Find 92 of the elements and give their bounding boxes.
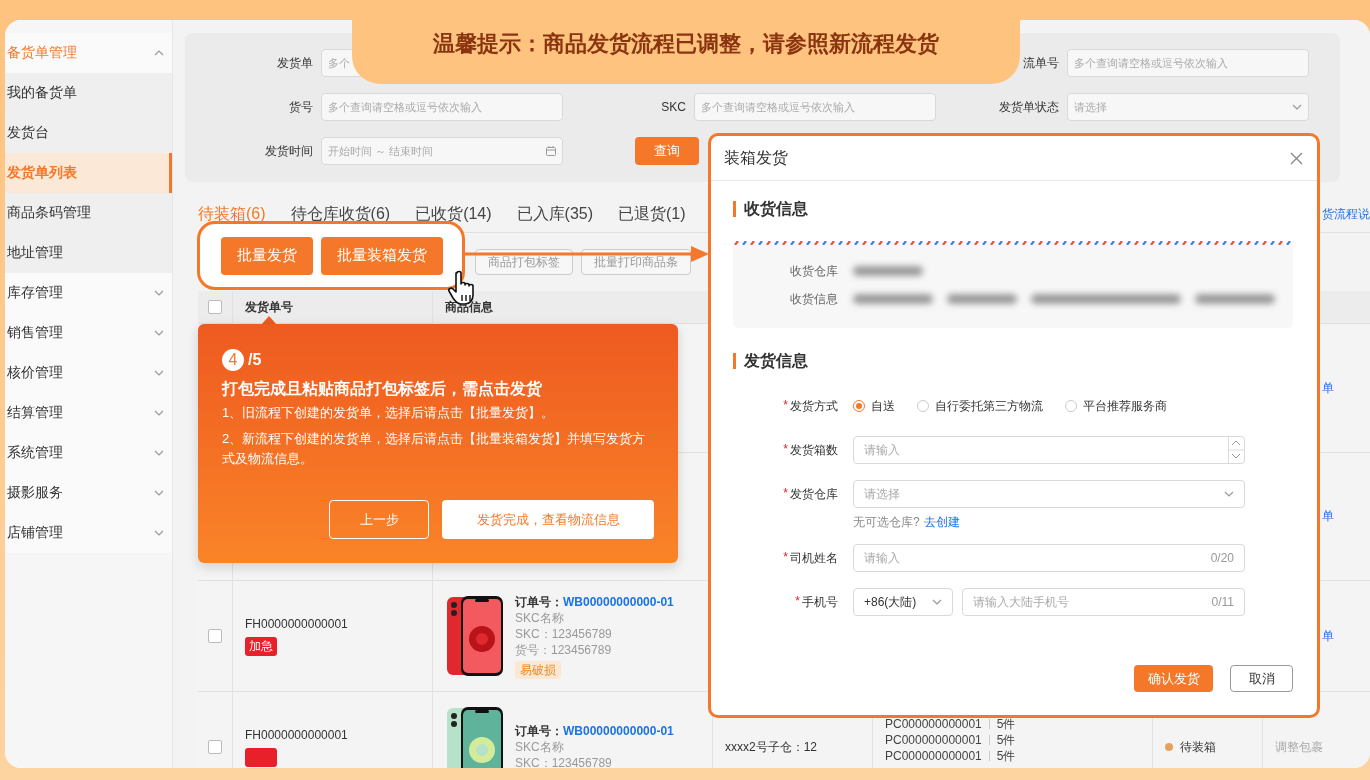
chevron-icon (1224, 491, 1234, 497)
input-field[interactable]: 请输入 0/20 (853, 544, 1245, 572)
radio-option[interactable]: 自送 (853, 397, 895, 415)
batch-line: PC000000000001 5件 (885, 748, 1017, 764)
guide-button[interactable]: 上一步 (329, 500, 429, 539)
urgent-tag: 加急 (245, 636, 277, 656)
column-header: 发货单号 (245, 298, 294, 316)
filter-label: 发货单 (275, 54, 313, 72)
status-label: 待装箱 (1180, 738, 1216, 756)
sidebar-item[interactable]: 发货单列表 (5, 153, 172, 193)
sidebar-group[interactable]: 库存管理 (5, 273, 172, 313)
tooltip-text: 2、新流程下创建的发货单，选择后请点击【批量装箱发货】并填写发货方式及物流信息。 (222, 430, 647, 468)
form-label: * 发货箱数 (782, 441, 838, 459)
sidebar-group[interactable]: 店铺管理 (5, 513, 172, 553)
fragile-tag: 易破损 (515, 660, 561, 679)
filter-label: 货号 (287, 98, 313, 116)
chevron-icon (1292, 104, 1302, 110)
select-field[interactable]: 请选择 (853, 480, 1245, 508)
create-link[interactable]: 去创建 (923, 513, 960, 531)
stepper-icon (1228, 437, 1244, 463)
search-field[interactable]: 多个查询请空格或逗号依次输入 (1066, 49, 1309, 77)
product-detail: SKC名称 (515, 609, 565, 626)
form-label: * 发货仓库 (782, 485, 838, 503)
tooltip-text: 1、旧流程下创建的发货单，选择后请点击【批量发货】。 (222, 404, 556, 422)
order-number: 订单号：WB00000000000-01 (515, 723, 674, 739)
info-label: 收货信息 (789, 290, 838, 308)
table-cell-text: xxxx2号子仓：12 (725, 738, 819, 756)
order-number: 订单号：WB00000000000-01 (515, 593, 674, 610)
step-number: 4 (222, 349, 244, 371)
order-link[interactable]: WB00000000000-01 (563, 594, 674, 609)
search-field[interactable]: 多个查询请空格或逗号依次输入 (693, 93, 936, 121)
sidebar-group[interactable]: 核价管理 (5, 353, 172, 393)
product-detail: SKC：123456789 (515, 755, 613, 768)
table-cell-text: FH0000000000001 (245, 616, 349, 631)
tab[interactable]: 待仓库收货(6) (290, 206, 391, 222)
batch-line: PC000000000001 5件 (885, 732, 1017, 748)
checkbox[interactable] (208, 740, 222, 754)
search-button[interactable]: 查询 (635, 137, 699, 165)
batch-ship-button[interactable]: 批量发货 (221, 236, 313, 275)
sidebar-item[interactable]: 发货台 (5, 113, 172, 153)
sidebar-item[interactable]: 地址管理 (5, 233, 172, 273)
close-icon[interactable] (1290, 151, 1303, 165)
sidebar-group[interactable]: 备货单管理 (5, 33, 172, 73)
filter-label: 发货单状态 (997, 98, 1059, 116)
form-label: * 司机姓名 (782, 549, 838, 567)
tab[interactable]: 待装箱(6) (198, 206, 266, 222)
radio-option[interactable]: 自行委托第三方物流 (917, 397, 1043, 415)
checkbox[interactable] (208, 629, 222, 643)
help-link[interactable]: 货流程说 (1322, 205, 1370, 223)
product-detail: SKC：123456789 (515, 625, 613, 642)
tab[interactable]: 已收货(14) (415, 206, 492, 222)
search-field[interactable]: 多个查询请空格或逗号依次输入 (320, 93, 563, 121)
hint-text: 无可选仓库? (853, 513, 920, 531)
tooltip-title: 打包完成且粘贴商品打包标签后，需点击发货 (222, 379, 543, 399)
batch-line: PC000000000001 5件 (885, 716, 1017, 732)
calendar-icon (546, 146, 556, 156)
confirm-button[interactable]: 确认发货 (1134, 665, 1213, 692)
date-range-field[interactable]: 开始时间 ～ 结束时间 (320, 137, 563, 165)
tab[interactable]: 已退货(1) (618, 206, 686, 222)
step-total: /5 (248, 351, 262, 369)
country-code-select[interactable]: +86(大陆) (853, 588, 953, 616)
table-cell-text: FH0000000000001 (245, 727, 349, 742)
sidebar-group[interactable]: 结算管理 (5, 393, 172, 433)
select-field[interactable]: 请选择 (1066, 93, 1309, 121)
tab[interactable]: 已入库(35) (516, 206, 594, 222)
number-field[interactable]: 请输入 (853, 436, 1245, 464)
blurred-value (853, 266, 923, 276)
product-detail: 货号：123456789 (515, 641, 613, 658)
section-title: 收货信息 (744, 198, 808, 220)
form-label: * 发货方式 (782, 397, 838, 415)
order-link[interactable]: WB00000000000-01 (563, 724, 674, 738)
sidebar-item[interactable]: 我的备货单 (5, 73, 172, 113)
product-detail: SKC名称 (515, 739, 565, 755)
filter-label: 流单号 (1021, 54, 1059, 72)
guide-button[interactable]: 发货完成，查看物流信息 (442, 500, 654, 539)
info-label: 收货仓库 (789, 262, 838, 280)
chevron-icon (932, 599, 942, 605)
batch-ship-button[interactable]: 批量装箱发货 (321, 236, 443, 275)
section-title: 发货信息 (744, 350, 808, 372)
phone-field[interactable]: 请输入大陆手机号 0/11 (962, 588, 1245, 616)
sidebar-item[interactable]: 商品条码管理 (5, 193, 172, 233)
filter-label: SKC (660, 100, 686, 114)
cancel-button[interactable]: 取消 (1230, 665, 1293, 692)
radio-option[interactable]: 平台推荐服务商 (1065, 397, 1167, 415)
action-link[interactable]: 调整包裹 (1275, 738, 1370, 756)
form-label: * 手机号 (794, 593, 838, 611)
sidebar-group[interactable]: 系统管理 (5, 433, 172, 473)
dialog-title: 装箱发货 (724, 147, 788, 168)
sidebar-group[interactable]: 销售管理 (5, 313, 172, 353)
sidebar-group[interactable]: 摄影服务 (5, 473, 172, 513)
filter-label: 发货时间 (263, 142, 313, 160)
checkbox[interactable] (208, 300, 222, 314)
